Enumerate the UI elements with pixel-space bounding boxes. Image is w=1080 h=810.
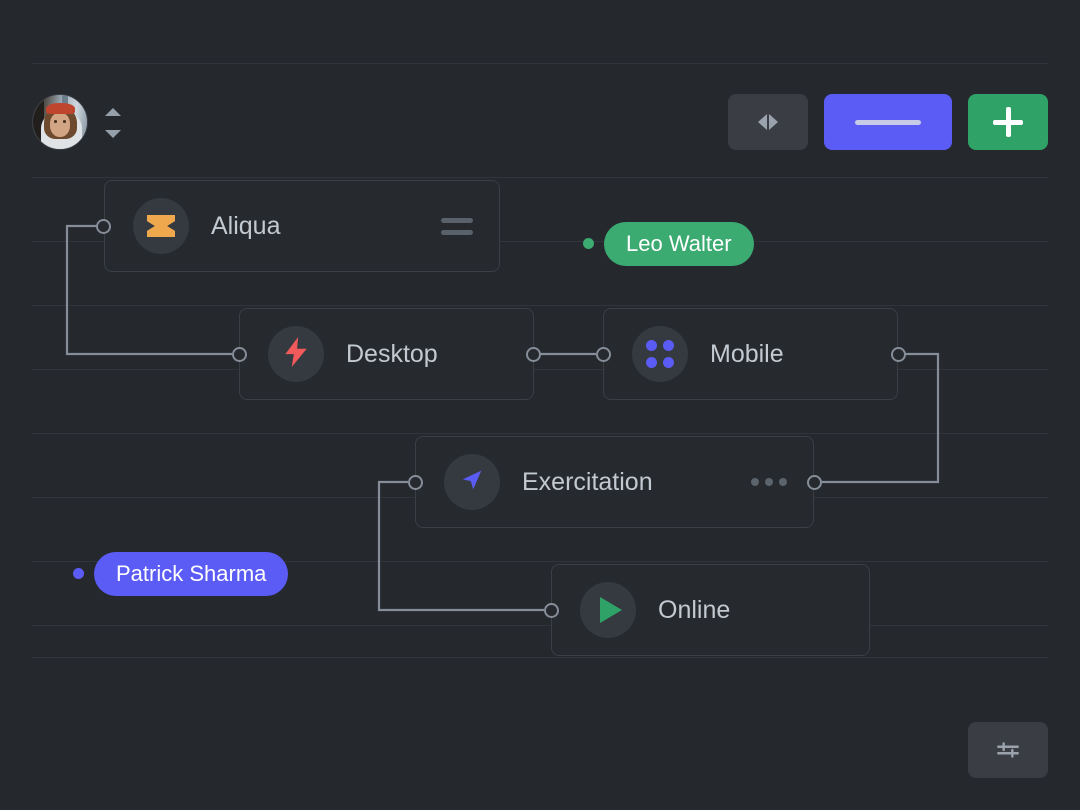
port-online-left[interactable]: [544, 603, 559, 618]
add-button[interactable]: [968, 94, 1048, 150]
settings-sliders-button[interactable]: [968, 722, 1048, 778]
node-icon-wrap: [268, 326, 324, 382]
navigation-arrow-icon: [458, 466, 486, 499]
badge-dot-patrick-sharma: [73, 568, 84, 579]
grid-line: [32, 305, 1048, 306]
more-options-icon[interactable]: [751, 478, 787, 486]
port-exercitation-right[interactable]: [807, 475, 822, 490]
plus-icon: [993, 107, 1023, 137]
avatar[interactable]: [32, 94, 88, 150]
node-exercitation[interactable]: Exercitation: [415, 436, 814, 528]
node-icon-wrap: [444, 454, 500, 510]
ticket-icon: [147, 215, 175, 237]
badge-patrick-sharma[interactable]: Patrick Sharma: [94, 552, 289, 596]
node-label: Exercitation: [522, 467, 653, 496]
grid-line: [32, 63, 1048, 64]
left-right-arrows-icon: [758, 114, 778, 130]
four-dots-grid-icon: [646, 340, 674, 368]
node-label: Desktop: [346, 339, 438, 368]
nav-arrows-button[interactable]: [728, 94, 808, 150]
node-label: Aliqua: [211, 211, 281, 240]
minus-button[interactable]: [824, 94, 952, 150]
grid-line: [32, 625, 1048, 626]
port-desktop-right[interactable]: [526, 347, 541, 362]
sliders-icon: [997, 742, 1019, 758]
sort-stepper[interactable]: [102, 108, 124, 138]
node-icon-wrap: [133, 198, 189, 254]
port-mobile-left[interactable]: [596, 347, 611, 362]
grid-line: [32, 177, 1048, 178]
badge-leo-walter[interactable]: Leo Walter: [604, 222, 754, 266]
grid-line: [32, 657, 1048, 658]
badge-dot-leo-walter: [583, 238, 594, 249]
lightning-bolt-icon: [283, 336, 309, 372]
minus-icon: [855, 119, 921, 125]
port-aliqua-left[interactable]: [96, 219, 111, 234]
node-online[interactable]: Online: [551, 564, 870, 656]
grid-line: [32, 433, 1048, 434]
node-desktop[interactable]: Desktop: [239, 308, 534, 400]
drag-handle-icon[interactable]: [441, 217, 473, 235]
port-desktop-left[interactable]: [232, 347, 247, 362]
node-label: Mobile: [710, 339, 784, 368]
avatar-image: [32, 94, 88, 150]
play-icon: [599, 597, 622, 623]
chevron-up-icon[interactable]: [105, 108, 121, 116]
port-mobile-right[interactable]: [891, 347, 906, 362]
node-mobile[interactable]: Mobile: [603, 308, 898, 400]
node-label: Online: [658, 595, 731, 624]
port-exercitation-left[interactable]: [408, 475, 423, 490]
flow-canvas[interactable]: Aliqua Desktop Mobile Exercitation Online Leo…: [0, 0, 1080, 810]
chevron-down-icon[interactable]: [105, 130, 121, 138]
node-icon-wrap: [580, 582, 636, 638]
node-icon-wrap: [632, 326, 688, 382]
node-aliqua[interactable]: Aliqua: [104, 180, 500, 272]
